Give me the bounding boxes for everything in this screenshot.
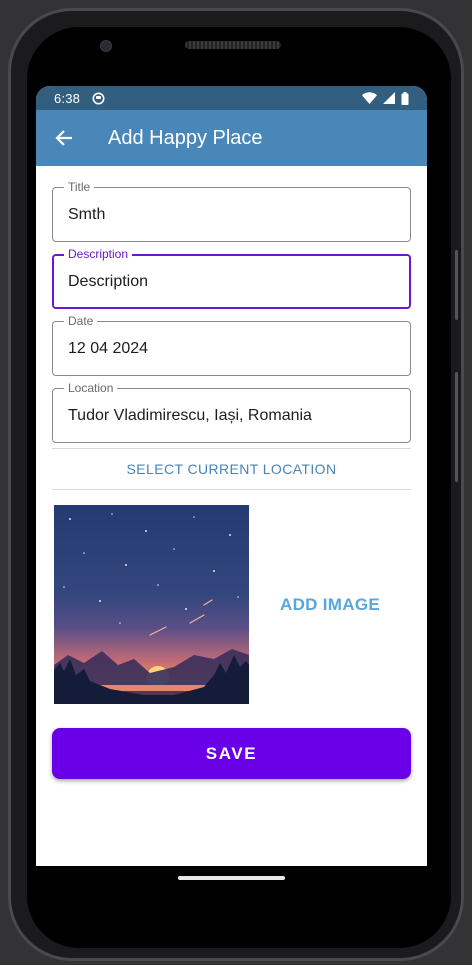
title-field[interactable]: Title <box>52 180 411 242</box>
notification-icon <box>92 92 105 105</box>
description-input[interactable] <box>54 256 409 307</box>
gesture-nav-bar[interactable] <box>178 876 285 880</box>
status-time: 6:38 <box>54 90 81 106</box>
status-bar: 6:38 <box>36 86 427 110</box>
app-bar: Add Happy Place <box>36 110 427 166</box>
location-input[interactable] <box>53 389 410 442</box>
page-title: Add Happy Place <box>108 126 263 149</box>
front-camera <box>100 40 112 52</box>
save-button[interactable]: SAVE <box>52 728 411 779</box>
wifi-icon <box>362 92 377 104</box>
location-field-label: Location <box>64 381 118 395</box>
arrow-back-icon <box>55 129 73 147</box>
title-field-label: Title <box>64 180 95 194</box>
volume-button <box>455 372 458 482</box>
status-icons <box>362 91 409 105</box>
description-field-label: Description <box>64 247 133 261</box>
cell-signal-icon <box>383 92 395 104</box>
place-image-preview <box>54 505 249 704</box>
earpiece-speaker <box>185 41 281 49</box>
title-input[interactable] <box>53 188 410 241</box>
select-current-location-button[interactable]: SELECT CURRENT LOCATION <box>52 448 411 490</box>
image-row: ADD IMAGE <box>52 505 411 704</box>
battery-icon <box>401 91 409 105</box>
app-screen: 6:38 Add Happy Place Title Smth Descript… <box>36 86 427 866</box>
form-content: Title Description Date Location SELECT C… <box>36 180 427 779</box>
date-input[interactable] <box>53 322 410 375</box>
date-field[interactable]: Date <box>52 314 411 376</box>
back-button[interactable] <box>36 129 92 147</box>
date-field-label: Date <box>64 314 98 328</box>
add-image-button[interactable]: ADD IMAGE <box>249 595 411 615</box>
power-button <box>455 250 458 320</box>
description-field[interactable]: Description <box>52 247 411 309</box>
location-field[interactable]: Location <box>52 381 411 443</box>
